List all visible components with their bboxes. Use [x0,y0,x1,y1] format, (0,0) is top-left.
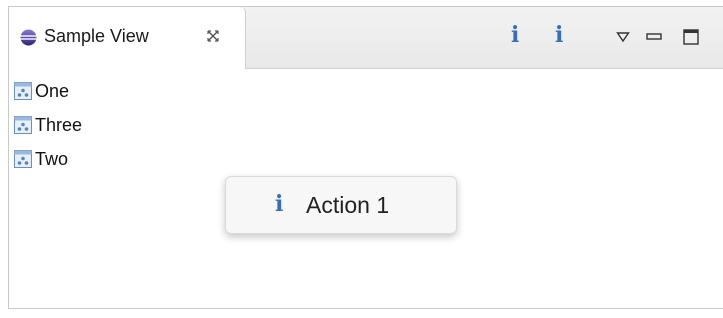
close-icon[interactable] [205,28,221,44]
context-menu-item-label: Action 1 [306,192,390,218]
info-action-button-2[interactable]: i [555,23,563,47]
view-tab-bar: Sample View i i [9,7,723,69]
info-action-button-1[interactable]: i [511,23,519,47]
view-menu-icon[interactable] [616,31,630,43]
tree-item-label: One [35,81,70,101]
tab-sample-view[interactable]: Sample View [9,7,246,69]
maximize-icon[interactable] [683,28,699,46]
tree-item-label: Two [35,149,69,169]
context-menu-item-action-1[interactable]: i Action 1 [226,177,456,233]
eclipse-view-icon [20,29,37,46]
object-icon [14,150,32,168]
minimize-icon[interactable] [646,32,662,42]
tree-item-label: Three [35,115,83,135]
object-icon [14,116,32,134]
object-icon [14,82,32,100]
context-menu: i Action 1 [225,176,457,234]
info-icon: i [275,191,284,217]
tab-title: Sample View [44,26,149,46]
sample-view-panel: Sample View i i [8,6,723,309]
